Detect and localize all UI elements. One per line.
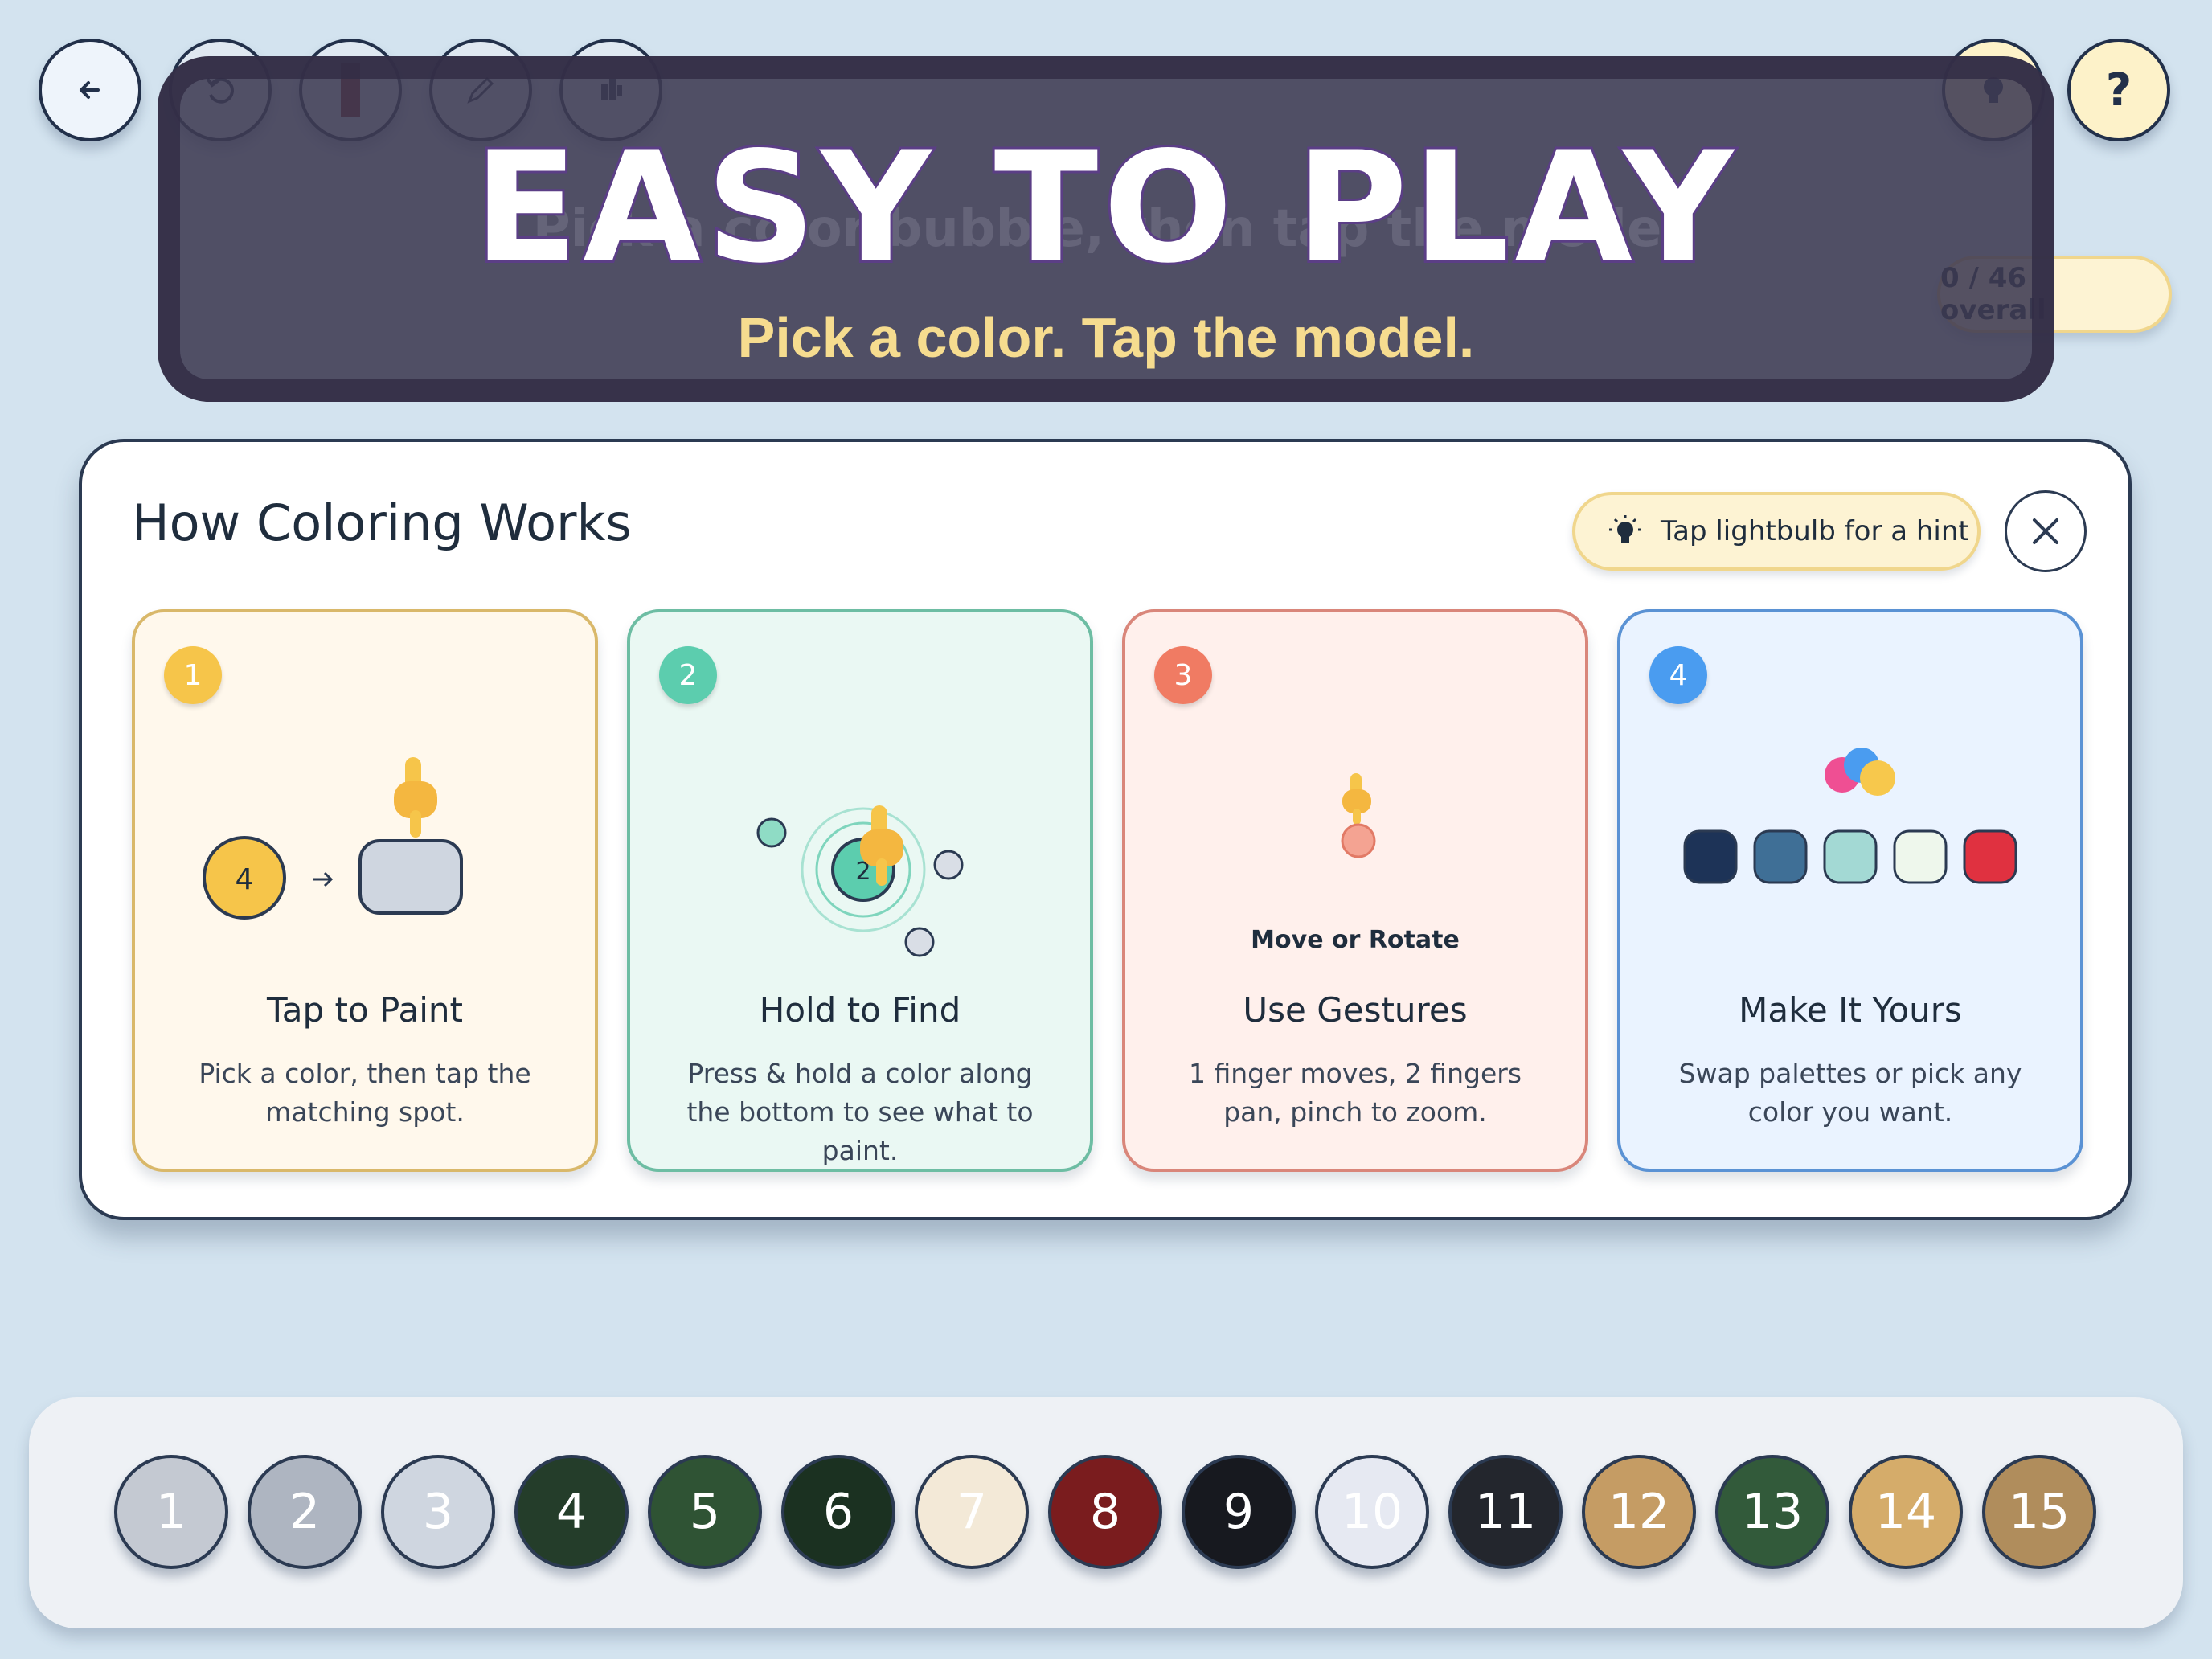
make-it-yours-illustration <box>1683 748 2017 884</box>
help-label: ? <box>2105 63 2132 117</box>
modal-title: How Coloring Works <box>132 494 632 552</box>
color-swatch-1[interactable]: 1 <box>114 1455 228 1569</box>
banner-subtitle: Pick a color. Tap the model. <box>737 306 1475 369</box>
color-swatch-9[interactable]: 9 <box>1182 1455 1296 1569</box>
tap-to-paint-card: 1 4 Tap to Paint Pick a color, then tap … <box>132 609 598 1172</box>
step-number-badge: 3 <box>1154 646 1212 704</box>
step-number-badge: 4 <box>1649 646 1707 704</box>
banner-title: EASY TO PLAY <box>471 117 1739 299</box>
card-description: Swap palettes or pick any color you want… <box>1678 1058 2022 1128</box>
close-button[interactable] <box>2005 490 2087 572</box>
color-swatch-5[interactable]: 5 <box>648 1455 762 1569</box>
color-swatch-15[interactable]: 15 <box>1982 1455 2096 1569</box>
color-swatch-7[interactable]: 7 <box>915 1455 1029 1569</box>
back-button[interactable] <box>39 39 141 141</box>
how-coloring-works-modal: How Coloring Works Tap lightbulb for a h… <box>79 439 2132 1220</box>
make-it-yours-card: 4 Make It Yours Swap palettes or pick an… <box>1617 609 2083 1172</box>
palette-option-swatch <box>1893 830 1948 884</box>
card-title: Use Gestures <box>1243 990 1468 1030</box>
palette-option-swatch <box>1823 830 1878 884</box>
bubble-number: 4 <box>236 863 254 896</box>
palette-option-swatch <box>1753 830 1808 884</box>
hint-tip-badge[interactable]: Tap lightbulb for a hint <box>1572 492 1981 571</box>
pointing-hand-icon <box>394 757 437 838</box>
step-number-badge: 2 <box>659 646 717 704</box>
color-swatch-3[interactable]: 3 <box>381 1455 495 1569</box>
card-description: 1 finger moves, 2 fingers pan, pinch to … <box>1188 1058 1522 1128</box>
step-number-badge: 1 <box>164 646 222 704</box>
lightbulb-icon <box>1609 515 1641 543</box>
color-swatch-11[interactable]: 11 <box>1448 1455 1563 1569</box>
help-button[interactable]: ? <box>2067 39 2170 141</box>
color-swatch-14[interactable]: 14 <box>1849 1455 1963 1569</box>
close-icon <box>2033 518 2058 544</box>
palette-option-swatch <box>1963 830 2017 884</box>
promo-banner: Pick a color bubble, then tap the model … <box>158 56 2054 402</box>
hold-to-find-illustration: 2 <box>756 805 964 957</box>
color-swatch-12[interactable]: 12 <box>1582 1455 1696 1569</box>
color-swatch-2[interactable]: 2 <box>248 1455 362 1569</box>
card-title: Tap to Paint <box>267 990 463 1030</box>
color-swatch-10[interactable]: 10 <box>1315 1455 1429 1569</box>
hold-to-find-card: 2 2 Hold to Find Press & hold a color al… <box>627 609 1093 1172</box>
hint-tip-label: Tap lightbulb for a hint <box>1661 515 1969 547</box>
use-gestures-card: 3 Move or Rotate Use Gestures 1 finger m… <box>1122 609 1588 1172</box>
gesture-label: Move or Rotate <box>1251 926 1460 954</box>
card-title: Make It Yours <box>1739 990 1962 1030</box>
arrow-left-icon <box>80 81 100 99</box>
color-swatch-13[interactable]: 13 <box>1715 1455 1829 1569</box>
pointing-hand-icon <box>1342 773 1371 825</box>
card-description: Pick a color, then tap the matching spot… <box>199 1058 531 1128</box>
tap-to-paint-illustration: 4 <box>203 757 463 920</box>
color-swatch-8[interactable]: 8 <box>1048 1455 1162 1569</box>
card-description: Press & hold a color along the bottom to… <box>686 1058 1034 1166</box>
color-swatch-4[interactable]: 4 <box>514 1455 629 1569</box>
palette-option-swatch <box>1683 830 1738 884</box>
color-palette-bar: 1 2 3 4 5 6 7 8 9 10 11 12 13 14 15 <box>29 1397 2183 1628</box>
color-swatch-6[interactable]: 6 <box>781 1455 895 1569</box>
palette-dots-icon <box>1825 748 1895 796</box>
card-title: Hold to Find <box>759 990 961 1030</box>
